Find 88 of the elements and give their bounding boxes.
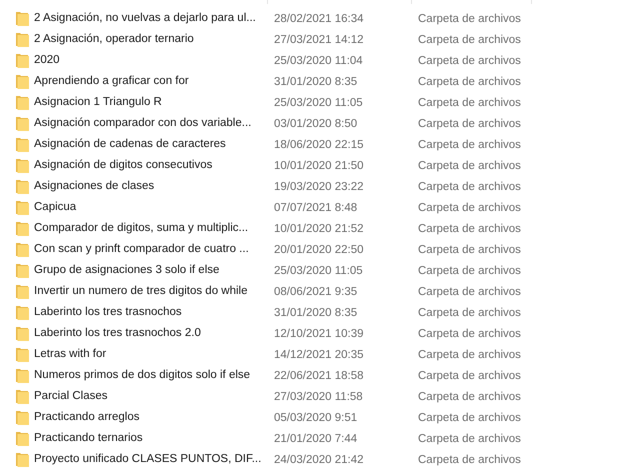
folder-icon bbox=[16, 284, 29, 299]
file-type: Carpeta de archivos bbox=[418, 328, 521, 340]
modified-date: 14/12/2021 20:35 bbox=[274, 348, 364, 361]
modified-date: 24/03/2020 21:42 bbox=[274, 454, 364, 466]
file-name[interactable]: Parcial Clases bbox=[34, 388, 108, 406]
file-name[interactable]: Grupo de asignaciones 3 solo if else bbox=[34, 262, 220, 280]
file-name[interactable]: Asignación comparador con dos variable... bbox=[34, 114, 252, 132]
folder-icon bbox=[16, 305, 29, 320]
modified-date: 18/06/2020 22:15 bbox=[274, 138, 364, 151]
file-type: Carpeta de archivos bbox=[418, 118, 521, 130]
modified-date: 27/03/2021 14:12 bbox=[274, 34, 364, 46]
modified-date: 05/03/2020 9:51 bbox=[274, 412, 358, 424]
file-type: Carpeta de archivos bbox=[418, 286, 521, 298]
modified-date: 10/01/2020 21:50 bbox=[274, 160, 364, 172]
folder-icon bbox=[16, 326, 29, 341]
file-type: Carpeta de archivos bbox=[418, 54, 521, 67]
file-type: Carpeta de archivos bbox=[418, 306, 521, 319]
folder-icon bbox=[16, 53, 29, 68]
file-name[interactable]: Asignación de digitos consecutivos bbox=[34, 156, 212, 174]
folder-icon bbox=[16, 410, 29, 425]
folder-icon bbox=[16, 158, 29, 173]
file-type: Carpeta de archivos bbox=[418, 96, 521, 109]
file-name[interactable]: Laberinto los tres trasnochos bbox=[34, 304, 182, 322]
folder-icon bbox=[16, 242, 29, 257]
folder-icon bbox=[16, 74, 29, 89]
folder-icon bbox=[16, 95, 29, 110]
file-type: Carpeta de archivos bbox=[418, 34, 521, 46]
folder-icon bbox=[16, 368, 29, 383]
modified-date: 10/01/2020 21:52 bbox=[274, 222, 364, 235]
file-type: Carpeta de archivos bbox=[418, 412, 521, 424]
modified-date: 25/03/2020 11:05 bbox=[274, 96, 363, 109]
file-type: Carpeta de archivos bbox=[418, 138, 521, 151]
file-type: Carpeta de archivos bbox=[418, 348, 521, 361]
file-type: Carpeta de archivos bbox=[418, 222, 521, 235]
folder-icon bbox=[16, 200, 29, 215]
file-type: Carpeta de archivos bbox=[418, 264, 521, 277]
folder-icon bbox=[16, 452, 29, 467]
modified-date: 25/03/2020 11:04 bbox=[274, 54, 363, 67]
modified-date: 12/10/2021 10:39 bbox=[274, 328, 364, 340]
file-type: Carpeta de archivos bbox=[418, 454, 521, 466]
modified-date: 08/06/2021 9:35 bbox=[274, 286, 358, 298]
file-name[interactable]: Practicando arreglos bbox=[34, 408, 140, 426]
modified-date: 21/01/2020 7:44 bbox=[274, 432, 358, 445]
modified-date: 31/01/2020 8:35 bbox=[274, 306, 358, 319]
modified-date: 28/02/2021 16:34 bbox=[274, 12, 364, 25]
file-name[interactable]: 2 Asignación, operador ternario bbox=[34, 30, 194, 48]
folder-icon bbox=[16, 221, 29, 236]
file-type: Carpeta de archivos bbox=[418, 12, 521, 25]
folder-icon bbox=[16, 137, 29, 152]
file-name[interactable]: Letras with for bbox=[34, 346, 106, 364]
folder-icon bbox=[16, 32, 29, 47]
folder-icon bbox=[16, 263, 29, 278]
file-type: Carpeta de archivos bbox=[418, 432, 521, 445]
file-type: Carpeta de archivos bbox=[418, 202, 521, 214]
file-name[interactable]: Capicua bbox=[34, 198, 76, 216]
file-name[interactable]: 2 Asignación, no vuelvas a dejarlo para ul... bbox=[34, 10, 256, 28]
file-type: Carpeta de archivos bbox=[418, 76, 521, 88]
file-type: Carpeta de archivos bbox=[418, 244, 521, 256]
file-name[interactable]: Comparador de digitos, suma y multiplic... bbox=[34, 220, 248, 238]
file-name[interactable]: Numeros primos de dos digitos solo if else bbox=[34, 366, 250, 384]
modified-date: 22/06/2021 18:58 bbox=[274, 370, 364, 382]
file-name[interactable]: Laberinto los tres trasnochos 2.0 bbox=[34, 324, 201, 342]
file-name[interactable]: Proyecto unificado CLASES PUNTOS, DIF... bbox=[34, 450, 262, 468]
file-name[interactable]: Practicando ternarios bbox=[34, 430, 143, 448]
modified-date: 31/01/2020 8:35 bbox=[274, 76, 358, 88]
file-name[interactable]: Asignación de cadenas de caracteres bbox=[34, 136, 226, 154]
folder-icon bbox=[16, 179, 29, 194]
folder-icon bbox=[16, 11, 29, 26]
file-type: Carpeta de archivos bbox=[418, 390, 521, 403]
modified-date: 25/03/2020 11:05 bbox=[274, 264, 363, 277]
folder-icon bbox=[16, 431, 29, 446]
folder-icon bbox=[16, 116, 29, 131]
file-name[interactable]: Con scan y prinft comparador de cuatro ... bbox=[34, 240, 249, 258]
file-type: Carpeta de archivos bbox=[418, 180, 521, 193]
modified-date: 03/01/2020 8:50 bbox=[274, 118, 358, 130]
file-type: Carpeta de archivos bbox=[418, 370, 521, 382]
modified-date: 27/03/2020 11:58 bbox=[274, 390, 363, 403]
modified-date: 20/01/2020 22:50 bbox=[274, 244, 364, 256]
folder-icon bbox=[16, 389, 29, 404]
modified-date: 07/07/2021 8:48 bbox=[274, 202, 358, 214]
file-name[interactable]: 2020 bbox=[34, 52, 60, 70]
file-name[interactable]: Asignacion 1 Triangulo R bbox=[34, 94, 162, 112]
file-name[interactable]: Invertir un numero de tres digitos do while bbox=[34, 282, 248, 300]
file-name[interactable]: Aprendiendo a graficar con for bbox=[34, 72, 189, 90]
modified-date: 19/03/2020 23:22 bbox=[274, 180, 364, 193]
file-type: Carpeta de archivos bbox=[418, 160, 521, 172]
file-name[interactable]: Asignaciones de clases bbox=[34, 178, 154, 196]
folder-icon bbox=[16, 347, 29, 362]
